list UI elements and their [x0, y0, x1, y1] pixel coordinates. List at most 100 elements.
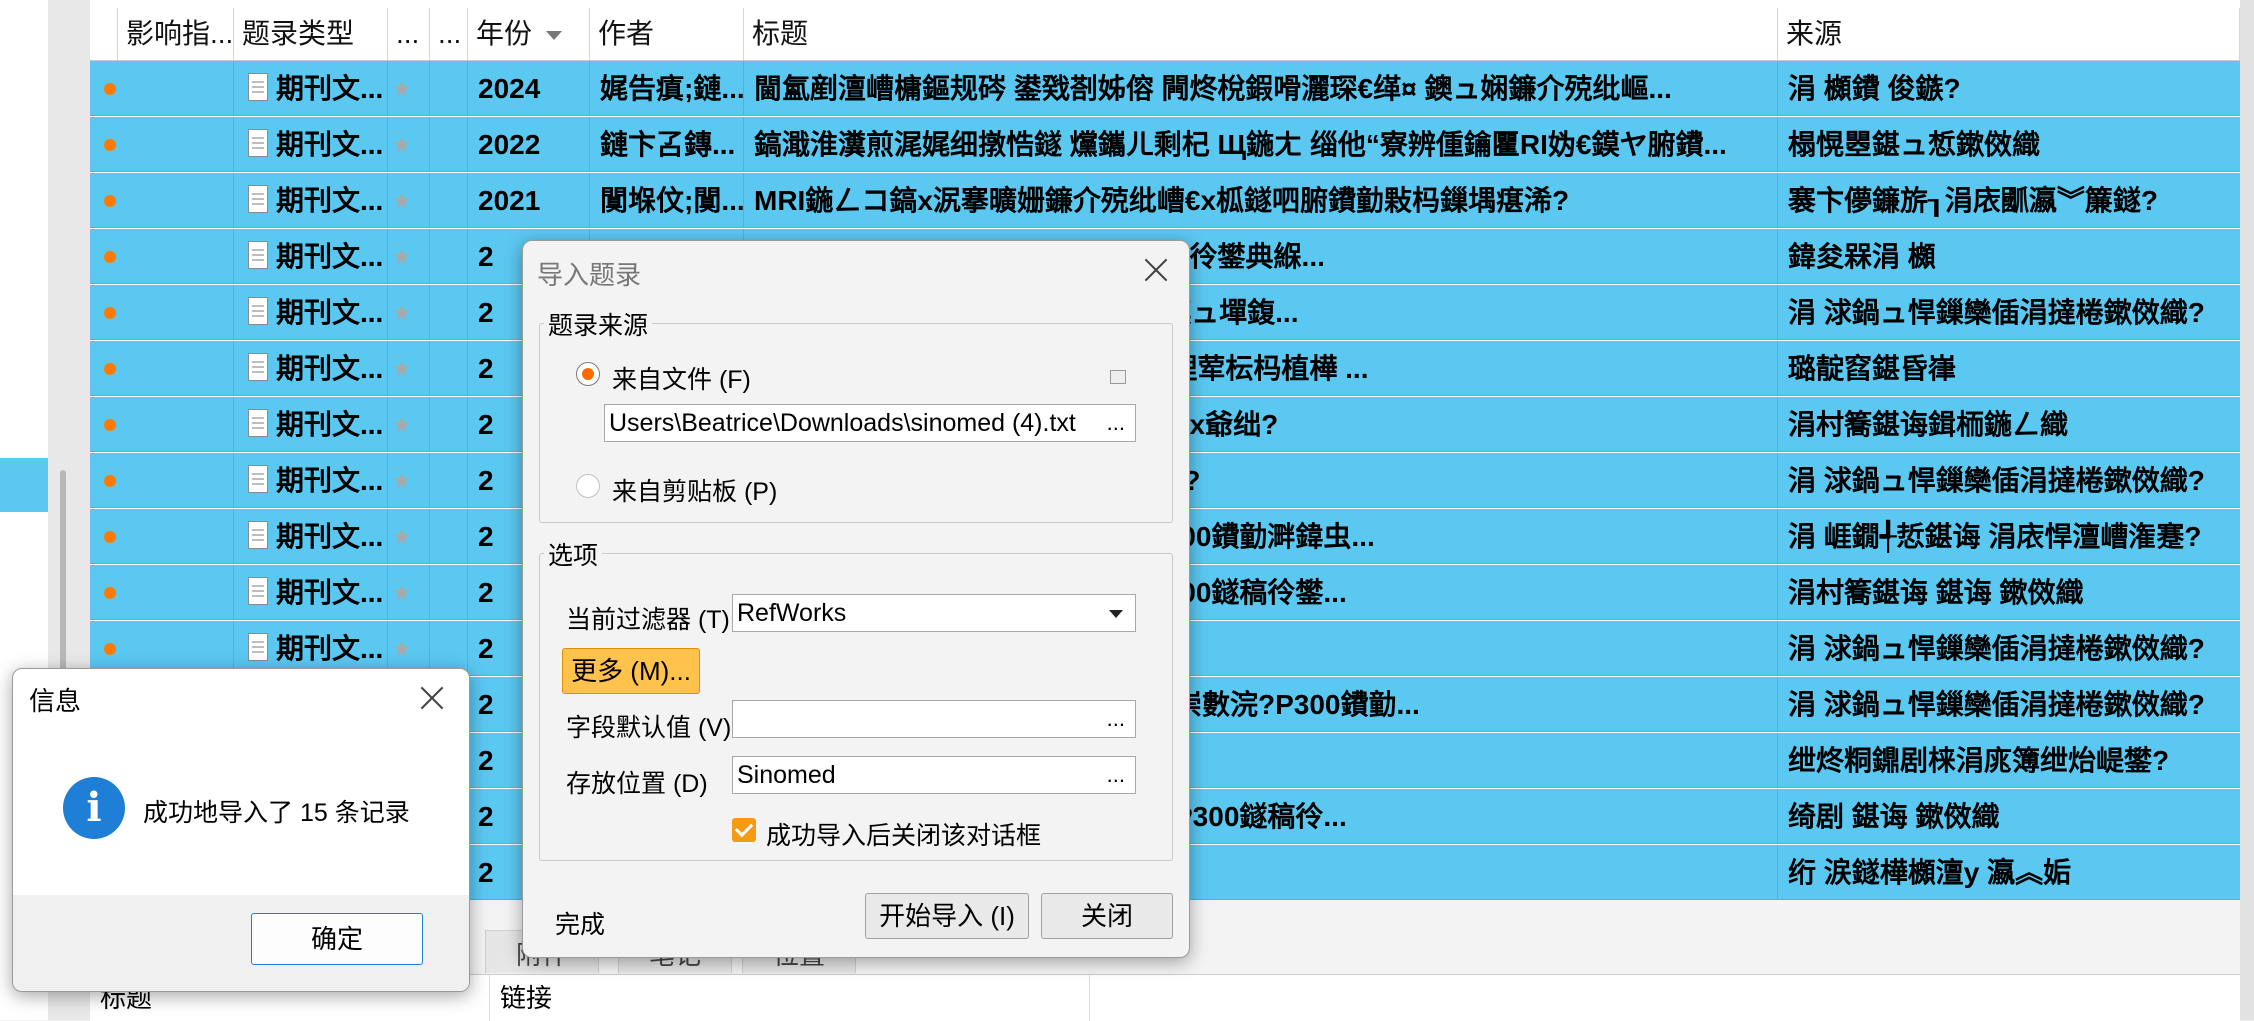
cell-source: 榻愰瞾鍖ュ惁鏉傚織: [1788, 129, 2041, 160]
cell-col3: [388, 565, 430, 620]
cell-type: 期刊文...: [234, 453, 388, 508]
cell-col4: [430, 509, 468, 564]
unread-dot-icon: [104, 307, 116, 319]
filter-value: RefWorks: [737, 599, 847, 627]
table-row[interactable]: 期刊文... ★ 2022 鏈卞叾鏄... 鎬濈淮瀵煎浘娓细撴悎鐩 爣鑴ㄦ剩杞 Щ鍦ㄤ …: [90, 117, 2240, 172]
cell-source: 褰卞儚鐮旂┒涓庡爴瀛︾簾鐩?: [1788, 185, 2158, 216]
start-import-button[interactable]: 开始导入 (I): [865, 893, 1029, 939]
cell-type: 期刊文...: [234, 117, 388, 172]
table-row[interactable]: 期刊文... ★ 2024 娓告瘨;鏈... 閫氳剷澶嶆槦鏂规硶 鍙戣剳姊傛 闁炵梲鍜嗗…: [90, 61, 2240, 116]
file-menu-icon[interactable]: [1110, 370, 1126, 384]
cell-type: 期刊文...: [234, 509, 388, 564]
cell-impact: [118, 565, 234, 620]
cell-author: 鏈卞叾鏄...: [590, 117, 744, 172]
cell-col4: [430, 453, 468, 508]
header-marker[interactable]: [90, 8, 118, 60]
cell-source: 涓 櫇鐨 俊鏃?: [1788, 73, 1961, 104]
cell-source: 绁炵粡鐤剧梾涓庣簿绁炲崼鐢?: [1788, 745, 2170, 776]
cell-source: 鍏夋槑涓 櫇: [1788, 241, 1936, 272]
info-message: 成功地导入了 15 条记录: [143, 799, 410, 827]
header-year[interactable]: 年份: [468, 8, 590, 60]
more-button[interactable]: 更多 (M)...: [562, 648, 700, 694]
import-dialog: 导入题录 题录来源 来自文件 (F) Users\Beatrice\Downlo…: [522, 240, 1190, 958]
cell-impact: [118, 285, 234, 340]
selected-folder[interactable]: [0, 458, 48, 512]
dialog-title: 导入题录: [537, 260, 642, 290]
source-group-label: 题录来源: [544, 306, 653, 342]
default-value-browse[interactable]: ...: [1107, 701, 1125, 737]
source-group: 题录来源 来自文件 (F) Users\Beatrice\Downloads\s…: [539, 306, 1173, 523]
info-title: 信息: [29, 686, 82, 716]
status-text: 完成: [555, 911, 606, 939]
cell-year: 2021: [468, 173, 590, 228]
close-button[interactable]: 关闭: [1041, 893, 1173, 939]
unread-dot-icon: [104, 419, 116, 431]
cell-title: MRI鍦ㄥコ鎬х泦搴曠姗鐮介殑纰嶆€х柧鐩呬腑鐨勭敤杩鏁堣瘎浠?: [744, 173, 1778, 228]
header-source[interactable]: 来源: [1778, 8, 2240, 60]
cell-col4: [430, 397, 468, 452]
cell-col4: [430, 229, 468, 284]
ok-button[interactable]: 确定: [251, 913, 423, 965]
unread-dot-icon: [104, 83, 116, 95]
cell-type: 期刊文...: [234, 61, 388, 116]
unread-dot-icon: [104, 531, 116, 543]
table-row[interactable]: 期刊文... ★ 2021 闃堢伩;闃... MRI鍦ㄥコ鎬х泦搴曠姗鐮介殑纰嶆€х柧鐩…: [90, 173, 2240, 228]
cell-source: 涓村簥鍖诲 鍖诲 鏉傚織: [1788, 577, 2084, 608]
cell-col3: [388, 397, 430, 452]
file-path-value: Users\Beatrice\Downloads\sinomed (4).txt: [609, 409, 1076, 437]
close-after-checkbox[interactable]: [732, 818, 756, 842]
header-author[interactable]: 作者: [590, 8, 744, 60]
cell-source: 涓 浗鍋ュ悍鏁欒偛涓撻棬鏉傚織?: [1788, 465, 2205, 496]
location-label: 存放位置 (D): [566, 770, 708, 798]
cell-col4: [430, 117, 468, 172]
cell-type: 期刊文...: [234, 229, 388, 284]
browse-file-button[interactable]: ...: [1107, 405, 1125, 441]
close-after-label[interactable]: 成功导入后关闭该对话框: [766, 816, 1041, 852]
cell-impact: [118, 173, 234, 228]
unread-dot-icon: [104, 475, 116, 487]
cell-title: 閫氳剷澶嶆槦鏂规硶 鍙戣剳姊傛 闁炵梲鍜嗗灑琛€缂¤ 鐭ュ娴鐮介殑纰嶇...: [744, 61, 1778, 116]
cell-col3: [388, 173, 430, 228]
cell-impact: [118, 509, 234, 564]
cell-col4: [430, 173, 468, 228]
from-file-label[interactable]: 来自文件 (F): [612, 360, 751, 396]
cell-col3: [388, 341, 430, 396]
table-header: 影响指... 题录类型 ... ... 年份 作者 标题 来源: [90, 8, 2240, 61]
info-footer: 确定: [13, 895, 469, 991]
unread-dot-icon: [104, 587, 116, 599]
cell-col4: [430, 565, 468, 620]
cell-impact: [118, 117, 234, 172]
cell-col3: [388, 117, 430, 172]
filter-select[interactable]: RefWorks: [732, 594, 1136, 632]
location-input[interactable]: Sinomed ...: [732, 756, 1136, 794]
cell-author: 娓告瘨;鏈...: [590, 61, 744, 116]
header-col3[interactable]: ...: [388, 8, 430, 60]
cell-source: 璐靛窞鍖昏嵂: [1788, 353, 1957, 384]
unread-dot-icon: [104, 139, 116, 151]
unread-dot-icon: [104, 195, 116, 207]
from-file-radio[interactable]: [576, 362, 600, 386]
cell-source: 涓 浗鍋ュ悍鏁欒偛涓撻棬鏉傚織?: [1788, 689, 2205, 720]
vertical-scrollbar[interactable]: [2240, 0, 2254, 1020]
cell-source: 绗 涙鐩樺櫇澶y 瀛︽姤: [1788, 857, 2072, 888]
header-impact[interactable]: 影响指...: [118, 8, 234, 60]
unread-dot-icon: [104, 643, 116, 655]
unread-dot-icon: [104, 363, 116, 375]
header-title[interactable]: 标题: [744, 8, 1778, 60]
header-type[interactable]: 题录类型: [234, 8, 388, 60]
cell-col3: [388, 285, 430, 340]
cell-impact: [118, 397, 234, 452]
location-browse[interactable]: ...: [1107, 757, 1125, 793]
default-value-label: 字段默认值 (V): [566, 714, 732, 742]
field-link-label: 链接: [490, 975, 1090, 1021]
file-path-input[interactable]: Users\Beatrice\Downloads\sinomed (4).txt…: [604, 404, 1136, 442]
from-clipboard-label[interactable]: 来自剪贴板 (P): [612, 472, 777, 508]
scrollbar[interactable]: [60, 470, 66, 670]
default-value-input[interactable]: ...: [732, 700, 1136, 738]
cell-impact: [118, 61, 234, 116]
from-clipboard-radio[interactable]: [576, 474, 600, 498]
header-col4[interactable]: ...: [430, 8, 468, 60]
chevron-down-icon: [1109, 610, 1123, 618]
close-icon[interactable]: [1141, 255, 1171, 285]
info-close-icon[interactable]: [417, 683, 447, 713]
